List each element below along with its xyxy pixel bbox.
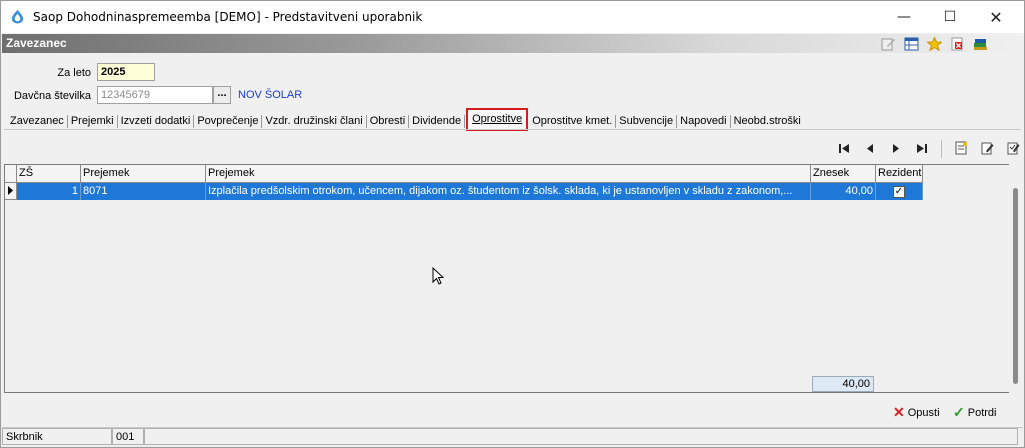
column-header-resident[interactable]: Rezident <box>876 165 923 183</box>
amount-total: 40,00 <box>812 376 874 392</box>
column-header-code[interactable]: Prejemek <box>81 165 206 183</box>
tab-divider <box>4 129 1021 130</box>
table-icon[interactable] <box>902 35 920 52</box>
resident-checkbox[interactable]: ✓ <box>893 186 905 198</box>
row-pointer-icon <box>5 183 17 200</box>
tab-prejemki[interactable]: Prejemki <box>68 114 118 128</box>
next-record-icon[interactable] <box>885 140 907 156</box>
application-window: Saop Dohodninaspremeemba [DEMO] - Predst… <box>0 0 1025 448</box>
window-title: Saop Dohodninaspremeemba [DEMO] - Predst… <box>33 10 423 24</box>
tab-oprostitve[interactable]: Oprostitve <box>466 107 529 131</box>
cell-amount[interactable]: 40,00 <box>811 183 876 200</box>
confirm-button[interactable]: ✓ Potrdi <box>953 404 996 421</box>
close-document-icon[interactable] <box>948 35 966 52</box>
status-bar: Skrbnik 001 <box>2 427 1023 445</box>
tax-number-label: Davčna številka <box>13 90 91 102</box>
tab-izvzeti-dodatki[interactable]: Izvzeti dodatki <box>118 114 195 128</box>
vertical-scrollbar[interactable] <box>1009 164 1022 393</box>
tab-oprostitve-kmet[interactable]: Oprostitve kmet. <box>529 114 617 128</box>
cell-code[interactable]: 8071 <box>81 183 206 200</box>
previous-record-icon[interactable] <box>859 140 881 156</box>
maximize-button[interactable]: ☐ <box>927 1 973 33</box>
tab-strip: Zavezanec Prejemki Izvzeti dodatki Povpr… <box>7 107 804 131</box>
grid-header: ZŠ Prejemek Prejemek Znesek Rezident <box>5 165 923 183</box>
app-logo-icon <box>11 9 24 24</box>
status-role: Skrbnik <box>2 428 112 445</box>
confirm-check-icon: ✓ <box>953 404 965 420</box>
section-header-title: Zavezanec <box>6 36 67 50</box>
column-header-description[interactable]: Prejemek <box>206 165 811 183</box>
record-navigation-toolbar <box>833 140 1024 158</box>
title-bar[interactable]: Saop Dohodninaspremeemba [DEMO] - Predst… <box>1 1 1024 33</box>
edit-all-icon[interactable] <box>1002 140 1024 156</box>
cell-description[interactable]: Izplačila predšolskim otrokom, učencem, … <box>206 183 811 200</box>
mouse-cursor-icon <box>432 267 444 285</box>
tab-neobd-stroski[interactable]: Neobd.stroški <box>731 115 804 128</box>
cancel-button[interactable]: ✕ Opusti <box>893 404 940 421</box>
favorite-star-icon[interactable] <box>925 35 943 52</box>
header-toolbar <box>879 35 989 52</box>
tab-obresti[interactable]: Obresti <box>367 114 410 128</box>
edit-icon[interactable] <box>879 35 897 52</box>
first-record-icon[interactable] <box>833 140 855 156</box>
tab-napovedi[interactable]: Napovedi <box>677 114 731 128</box>
status-code: 001 <box>112 428 144 445</box>
grid-header-indicator <box>5 165 17 183</box>
last-record-icon[interactable] <box>911 140 933 156</box>
tab-dividende[interactable]: Dividende <box>409 114 466 128</box>
cell-zs[interactable]: 1 <box>17 183 81 200</box>
taxpayer-name: NOV ŠOLAR <box>238 89 303 101</box>
new-record-icon[interactable] <box>950 140 972 156</box>
toolbar-separator <box>941 140 942 158</box>
tax-number-field[interactable]: 12345679 <box>97 86 213 104</box>
edit-record-icon[interactable] <box>976 140 998 156</box>
scrollbar-thumb[interactable] <box>1013 188 1018 384</box>
column-header-amount[interactable]: Znesek <box>811 165 876 183</box>
section-header: Zavezanec <box>2 34 1023 53</box>
close-button[interactable]: ✕ <box>973 1 1019 33</box>
cancel-button-label: Opusti <box>907 406 940 419</box>
tab-subvencije[interactable]: Subvencije <box>616 114 678 128</box>
exemptions-grid[interactable]: ZŠ Prejemek Prejemek Znesek Rezident 1 8… <box>4 164 1012 393</box>
cancel-x-icon: ✕ <box>893 404 905 420</box>
books-icon[interactable] <box>971 35 989 52</box>
cell-resident[interactable]: ✓ <box>876 183 923 200</box>
table-row[interactable]: 1 8071 Izplačila predšolskim otrokom, uč… <box>5 183 923 200</box>
tax-number-lookup-button[interactable]: ... <box>213 86 231 104</box>
year-field[interactable]: 2025 <box>97 63 155 81</box>
year-label: Za leto <box>57 67 91 79</box>
tab-vzdr-druzinski-clani[interactable]: Vzdr. družinski člani <box>262 114 367 128</box>
tab-oprostitve-label: Oprostitve <box>472 112 523 125</box>
tab-zavezanec[interactable]: Zavezanec <box>7 114 68 128</box>
tab-povprecenje[interactable]: Povprečenje <box>194 114 263 128</box>
column-header-zs[interactable]: ZŠ <box>17 165 81 183</box>
status-empty <box>144 428 1018 445</box>
minimize-button[interactable]: — <box>881 1 927 33</box>
confirm-button-label: Potrdi <box>967 406 997 419</box>
